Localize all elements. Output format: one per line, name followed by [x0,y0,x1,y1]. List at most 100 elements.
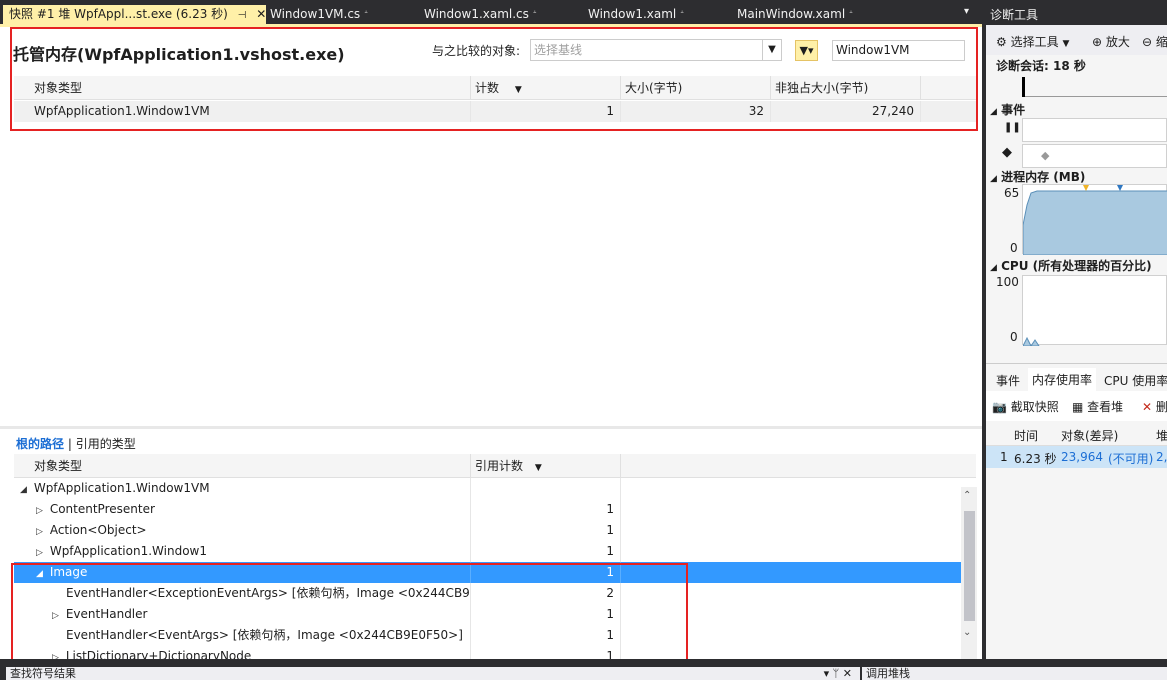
find-symbol-results-title[interactable]: 查找符号结果 ▾ ᛘ ✕ [6,667,860,680]
tab-referenced-types[interactable]: 引用的类型 [76,437,136,451]
tree-row[interactable]: ▷ Action<Object> 1 [14,520,961,541]
tab-window1-xaml-cs[interactable]: Window1.xaml.csꜙ [418,5,541,24]
events-section-label[interactable]: ◢ 事件 [990,101,1025,118]
tree-row[interactable]: EventHandler<EventArgs> [依赖句柄，Image <0x2… [14,625,961,646]
column-size[interactable]: 大小(字节) [621,76,771,99]
sort-desc-icon: ▼ [534,463,542,473]
cpu-label: CPU (所有处理器的百分比) [1001,259,1152,273]
scroll-thumb[interactable] [964,511,975,621]
cpu-chart[interactable] [1022,275,1167,346]
tree-row[interactable]: ▷ WpfApplication1.Window1 1 [14,541,961,562]
chevron-down-icon: ▼ [1062,39,1070,49]
tree-node: EventHandler<EventArgs> [依赖句柄，Image <0x2… [14,625,471,646]
tree-row[interactable]: ▷ ContentPresenter 1 [14,499,961,520]
cpu-section-label[interactable]: ◢ CPU (所有处理器的百分比) [990,257,1152,274]
column-inclusive-size[interactable]: 非独占大小(字节) [771,76,921,99]
zoom-in-button[interactable]: ⊕ 放大 [1092,33,1130,50]
collapsed-triangle-icon[interactable]: ▷ [36,501,46,520]
tree-node: EventHandler<ExceptionEventArgs> [依赖句柄，I… [14,583,471,604]
chevron-down-icon[interactable]: ▼ [762,40,781,60]
tree-row[interactable]: ▷ ListDictionary+DictionaryNode 1 [14,646,961,659]
take-snapshot-label: 截取快照 [1010,400,1059,414]
column-time[interactable]: 时间 [1014,427,1038,444]
heap-icon: ▦ [1072,400,1084,414]
baseline-select[interactable]: 选择基线 ▼ [530,39,782,61]
scroll-up-icon[interactable]: ⌃ [963,490,971,501]
tab-separator: | [67,437,72,451]
tab-events[interactable]: 事件 [996,372,1020,389]
tree-node: ▷ ContentPresenter [14,499,471,520]
tab-overflow-dropdown-icon[interactable]: ▾ [964,6,969,17]
expanded-triangle-icon[interactable]: ◢ [20,480,30,499]
column-objects-diff[interactable]: 对象(差异) [1061,427,1118,444]
row-size: 32 [621,101,771,122]
table-row[interactable]: 1 6.23 秒 23,964 (不可用) 2, [986,446,1167,468]
cpu-area [1023,336,1040,346]
snapshot-grid-header: 时间 对象(差异) 堆 [986,421,1167,446]
collapsed-triangle-icon[interactable]: ▷ [52,648,62,659]
tree-ref-count: 1 [471,520,621,541]
column-count[interactable]: 计数 ▼ [471,76,621,99]
panel-title: 诊断工具 [986,5,1167,25]
events-track-2[interactable]: ◆ [1022,144,1167,168]
find-symbol-results-label: 查找符号结果 [10,667,76,680]
events-track[interactable] [1022,118,1167,142]
column-heap[interactable]: 堆 [1156,427,1167,444]
tab-label: Window1.xaml.cs [424,7,529,21]
tree-ref-count [471,478,621,499]
tree-node-label: ListDictionary+DictionaryNode [65,649,252,659]
tree-ref-count: 1 [471,604,621,625]
table-row[interactable]: WpfApplication1.Window1VM 1 32 27,240 [14,101,976,122]
tab-memory-usage[interactable]: 内存使用率 [1028,368,1097,391]
tab-cpu-usage[interactable]: CPU 使用率 [1104,372,1167,389]
tree-node-label: WpfApplication1.Window1 [49,544,207,558]
view-heap-button[interactable]: ▦ 查看堆 [1072,398,1123,415]
select-tool-button[interactable]: ⚙ 选择工具 ▼ [996,33,1069,50]
snapshot-heap-link[interactable]: 2, [1156,450,1167,464]
delete-button[interactable]: ✕ 删 [1142,398,1167,415]
memory-area [1023,185,1167,255]
expanded-triangle-icon: ◢ [990,107,997,117]
tree-row-selected[interactable]: ◢ Image 1 [14,562,961,583]
pane-controls-icon[interactable]: ▾ ᛘ ✕ [824,667,852,680]
session-duration: 诊断会话: 18 秒 [996,59,1086,73]
tab-label: Window1VM.cs [270,7,361,21]
memory-toolbar: 📷 截取快照 ▦ 查看堆 ✕ 删 [986,391,1167,421]
tree-row[interactable]: EventHandler<ExceptionEventArgs> [依赖句柄，I… [14,583,961,604]
tree-row[interactable]: ◢ WpfApplication1.Window1VM [14,478,961,499]
memory-chart[interactable] [1022,184,1167,255]
filter-icon: ▼▾ [799,44,814,57]
collapsed-triangle-icon[interactable]: ▷ [52,606,62,625]
pause-icon[interactable]: ❚❚ [1004,122,1021,133]
memory-axis-max: 65 [1004,186,1020,200]
tab-root-paths[interactable]: 根的路径 [16,437,64,451]
tab-heap-snapshot[interactable]: 快照 #1 堆 WpfAppl...st.exe (6.23 秒) ⊣ ✕ [3,5,266,24]
snapshot-objects-link[interactable]: 23,964 [1061,450,1103,464]
filter-input[interactable]: Window1VM [832,40,965,61]
object-grid-header: 对象类型 计数 ▼ 大小(字节) 非独占大小(字节) [14,76,976,100]
divider [986,363,1167,364]
tree-node: ▷ WpfApplication1.Window1 [14,541,471,562]
column-object-type[interactable]: 对象类型 [14,76,471,99]
pane-splitter[interactable] [0,426,982,429]
column-ref-count[interactable]: 引用计数 ▼ [471,454,621,477]
tree-row[interactable]: ▷ EventHandler 1 [14,604,961,625]
camera-icon: 📷 [992,400,1007,414]
collapsed-triangle-icon[interactable]: ▷ [36,543,46,562]
tab-window1-xaml[interactable]: Window1.xamlꜙ [582,5,688,24]
scroll-down-icon[interactable]: ⌄ [963,627,971,638]
zoom-out-button[interactable]: ⊖ 缩 [1142,33,1167,50]
collapsed-triangle-icon[interactable]: ▷ [36,522,46,541]
tab-mainwindow-xaml[interactable]: MainWindow.xamlꜙ [731,5,857,24]
memory-section-label[interactable]: ◢ 进程内存 (MB) [990,168,1085,185]
take-snapshot-button[interactable]: 📷 截取快照 [992,398,1059,415]
pin-icon[interactable]: ⊣ [238,10,247,21]
column-object-type[interactable]: 对象类型 [14,454,471,477]
vertical-scrollbar[interactable]: ⌃ ⌄ [961,487,977,662]
tab-window1vm-cs[interactable]: Window1VM.csꜙ [264,5,372,24]
call-stack-title[interactable]: 调用堆栈 [862,667,1167,680]
filter-button[interactable]: ▼▾ [795,40,818,61]
timeline-ruler[interactable] [1022,75,1167,97]
event-diamond-icon[interactable]: ◆ [1041,149,1049,162]
expanded-triangle-icon[interactable]: ◢ [36,564,46,583]
